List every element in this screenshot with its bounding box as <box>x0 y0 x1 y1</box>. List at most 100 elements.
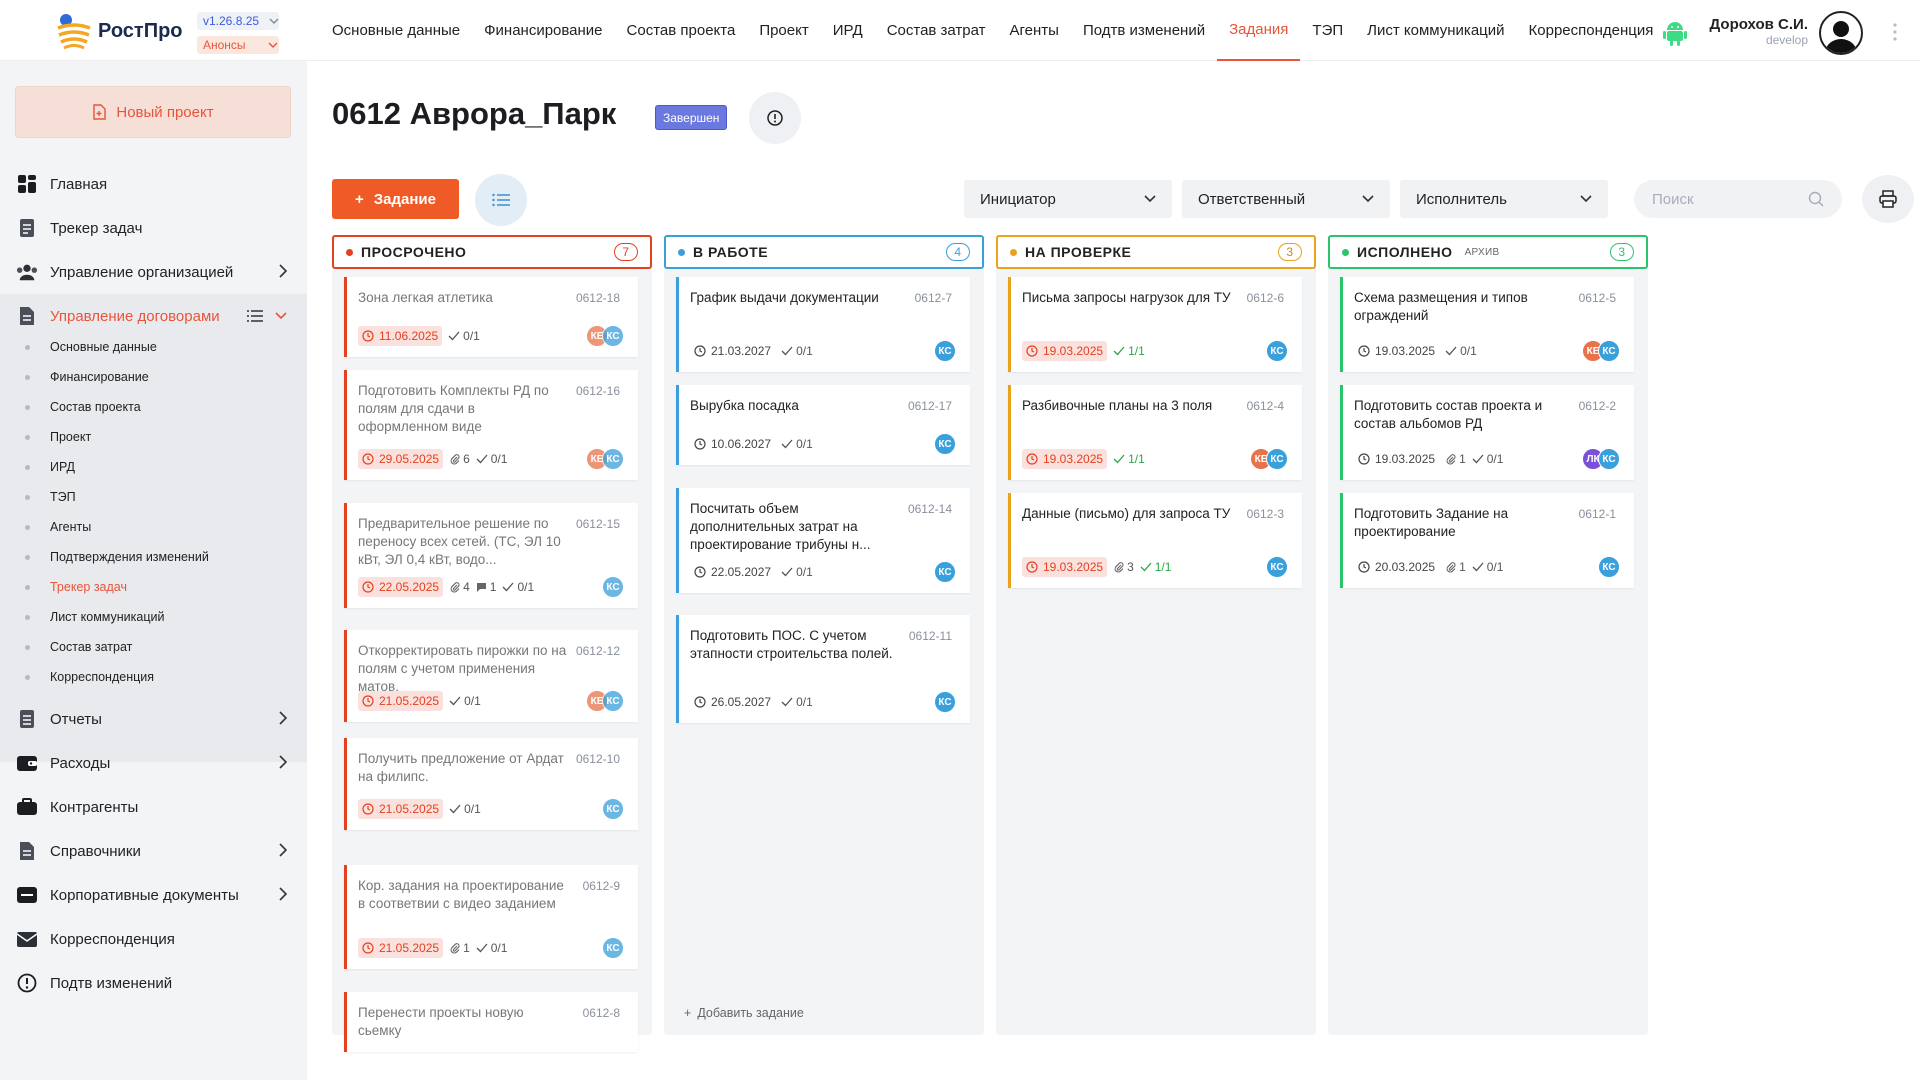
nav-item[interactable]: Подтв изменений <box>1071 0 1217 61</box>
task-code: 0612-14 <box>907 502 952 516</box>
logo[interactable]: РостПро <box>56 12 183 50</box>
document-plus-icon <box>93 104 107 120</box>
nav-item[interactable]: Проект <box>747 0 820 61</box>
submenu-item[interactable]: ТЭП <box>0 482 307 512</box>
add-task-button[interactable]: + Задание <box>332 179 459 219</box>
assignee-avatar[interactable]: КС <box>934 433 956 455</box>
assignee-avatar[interactable]: КС <box>602 798 624 820</box>
sidebar-item-correspondence[interactable]: Корреспонденция <box>0 917 307 961</box>
clock-icon <box>362 330 374 342</box>
nav-item[interactable]: ТЭП <box>1300 0 1355 61</box>
assignee-avatar[interactable]: КС <box>1266 556 1288 578</box>
task-card[interactable]: Зона легкая атлетика 0612-18 11.06.2025 0/1… <box>344 277 638 357</box>
announcements-select[interactable]: Анонсы <box>197 36 279 54</box>
column-count-badge: 3 <box>1610 243 1634 261</box>
assignee-avatar[interactable]: КС <box>934 691 956 713</box>
submenu-item[interactable]: Лист коммуникаций <box>0 602 307 632</box>
more-vertical-icon[interactable] <box>1892 22 1898 42</box>
avatar[interactable] <box>1819 11 1863 55</box>
task-card[interactable]: График выдачи документации 0612-7 21.03.20… <box>676 277 970 372</box>
submenu-item[interactable]: Состав затрат <box>0 632 307 662</box>
submenu-item[interactable]: Агенты <box>0 512 307 542</box>
submenu-item-active[interactable]: Трекер задач <box>0 572 307 602</box>
sidebar-item-home[interactable]: Главная <box>0 162 307 206</box>
sidebar-item-org-management[interactable]: Управление организацией <box>0 250 307 294</box>
user-info[interactable]: Дорохов С.И. develop <box>1710 16 1808 47</box>
nav-item-active[interactable]: Задания <box>1217 0 1301 61</box>
task-card[interactable]: Подготовить ПОС. С учетом этапности стро… <box>676 615 970 723</box>
sidebar-item-change-confirm[interactable]: Подтв изменений <box>0 961 307 1005</box>
initiator-filter[interactable]: Инициатор <box>964 180 1172 218</box>
submenu-item[interactable]: ИРД <box>0 452 307 482</box>
clock-icon <box>362 803 374 815</box>
task-card[interactable]: Откорректировать пирожки по на полям с у… <box>344 630 638 722</box>
assignee-avatar[interactable]: КС <box>602 448 624 470</box>
comments: 1 <box>476 580 496 594</box>
sidebar-item-corporate-docs[interactable]: Корпоративные документы <box>0 873 307 917</box>
task-card[interactable]: Перенести проекты новую сьемку 0612-8 <box>344 992 638 1052</box>
info-button[interactable] <box>749 92 801 144</box>
list-view-button[interactable] <box>475 174 527 226</box>
status-dot <box>1342 248 1349 256</box>
task-title: Получить предложение от Ардат на филипс. <box>358 751 564 784</box>
task-card[interactable]: Подготовить состав проекта и состав альб… <box>1340 385 1634 480</box>
task-card[interactable]: Вырубка посадка 0612-17 10.06.2027 0/1 КС <box>676 385 970 465</box>
nav-item[interactable]: Финансирование <box>472 0 614 61</box>
print-button[interactable] <box>1862 175 1914 223</box>
task-card[interactable]: Подготовить Задание на проектирование 061… <box>1340 493 1634 588</box>
submenu-item[interactable]: Состав проекта <box>0 392 307 422</box>
nav-item[interactable]: Состав проекта <box>615 0 748 61</box>
sidebar-item-reports[interactable]: Отчеты <box>0 697 307 741</box>
sidebar-item-expenses[interactable]: Расходы <box>0 741 307 785</box>
assignees: КС <box>1598 556 1620 578</box>
task-card[interactable]: Получить предложение от Ардат на филипс.… <box>344 738 638 830</box>
responsible-filter[interactable]: Ответственный <box>1182 180 1390 218</box>
nav-item[interactable]: Лист коммуникаций <box>1355 0 1516 61</box>
submenu-item[interactable]: Финансирование <box>0 362 307 392</box>
column-header: НА ПРОВЕРКЕ 3 <box>996 235 1316 269</box>
new-project-button[interactable]: Новый проект <box>15 86 291 138</box>
task-card[interactable]: Схема размещения и типов ограждений 0612-… <box>1340 277 1634 372</box>
assignee-avatar[interactable]: КС <box>1598 340 1620 362</box>
nav-item[interactable]: Основные данные <box>320 0 472 61</box>
nav-item[interactable]: Состав затрат <box>875 0 998 61</box>
list-icon[interactable] <box>247 309 263 323</box>
task-card[interactable]: Посчитать объем дополнительных затрат на… <box>676 488 970 593</box>
assignee-avatar[interactable]: КС <box>934 340 956 362</box>
task-card[interactable]: Подготовить Комплекты РД по полям для сд… <box>344 370 638 480</box>
sidebar-item-directories[interactable]: Справочники <box>0 829 307 873</box>
archive-link[interactable]: АРХИВ <box>1465 247 1500 258</box>
submenu-item[interactable]: Корреспонденция <box>0 662 307 692</box>
task-card[interactable]: Данные (письмо) для запроса ТУ 0612-3 19.0… <box>1008 493 1302 588</box>
nav-item[interactable]: Агенты <box>998 0 1071 61</box>
sidebar-item-label: Трекер задач <box>50 219 143 237</box>
assignee-avatar[interactable]: КС <box>1598 556 1620 578</box>
task-card[interactable]: Кор. задания на проектирование в соответ… <box>344 865 638 969</box>
executor-filter[interactable]: Исполнитель <box>1400 180 1608 218</box>
assignee-avatar[interactable]: КС <box>1266 448 1288 470</box>
assignee-avatar[interactable]: КС <box>1266 340 1288 362</box>
assignee-avatar[interactable]: КС <box>602 937 624 959</box>
android-icon[interactable] <box>1663 20 1687 46</box>
nav-item[interactable]: Корреспонденция <box>1517 0 1666 61</box>
search-input[interactable]: Поиск <box>1634 180 1842 218</box>
due-date: 10.06.2027 <box>690 434 775 454</box>
due-date: 21.05.2025 <box>358 938 444 958</box>
add-task-link[interactable]: + Добавить задание <box>684 1006 804 1020</box>
clock-icon <box>1026 561 1038 573</box>
submenu-item[interactable]: Проект <box>0 422 307 452</box>
assignee-avatar[interactable]: КС <box>934 561 956 583</box>
task-card[interactable]: Предварительное решение по переносу всех… <box>344 503 638 608</box>
task-card[interactable]: Разбивочные планы на 3 поля 0612-4 19.03.2… <box>1008 385 1302 480</box>
submenu-item[interactable]: Подтверждения изменений <box>0 542 307 572</box>
sidebar-item-contractors[interactable]: Контрагенты <box>0 785 307 829</box>
version-select[interactable]: v1.26.8.25 <box>197 12 279 30</box>
assignee-avatar[interactable]: КС <box>602 325 624 347</box>
nav-item[interactable]: ИРД <box>821 0 875 61</box>
assignee-avatar[interactable]: КС <box>602 690 624 712</box>
task-card[interactable]: Письма запросы нагрузок для ТУ 0612-6 19.0… <box>1008 277 1302 372</box>
assignee-avatar[interactable]: КС <box>1598 448 1620 470</box>
assignee-avatar[interactable]: КС <box>602 576 624 598</box>
sidebar-item-task-tracker[interactable]: Трекер задач <box>0 206 307 250</box>
submenu-item[interactable]: Основные данные <box>0 332 307 362</box>
